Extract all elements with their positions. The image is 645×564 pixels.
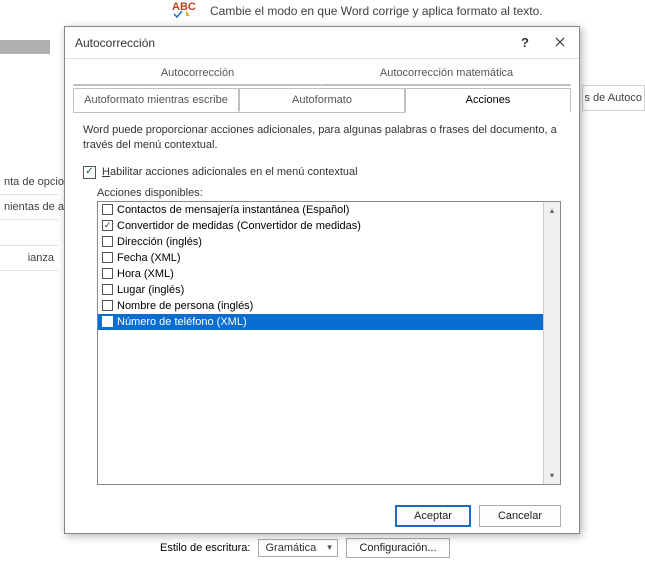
close-icon[interactable]	[549, 33, 571, 52]
list-item[interactable]: Fecha (XML)	[98, 250, 543, 266]
dialog-buttons: Aceptar Cancelar	[65, 495, 579, 541]
list-item-label: Fecha (XML)	[117, 252, 181, 264]
list-item-checkbox[interactable]	[102, 220, 113, 231]
list-item[interactable]: Número de teléfono (XML)	[98, 314, 543, 330]
list-item-label: Convertidor de medidas (Convertidor de m…	[117, 220, 361, 232]
bg-left-panel: nta de opcio nientas de a ianza	[0, 40, 58, 560]
tabs-row-1: Autocorrección Autocorrección matemática	[73, 61, 571, 86]
list-item-checkbox[interactable]	[102, 284, 113, 295]
abc-check-icon: ABC	[172, 2, 204, 18]
cancel-button[interactable]: Cancelar	[479, 505, 561, 527]
list-item[interactable]: Lugar (inglés)	[98, 282, 543, 298]
writing-style-select[interactable]: Gramática	[258, 539, 338, 557]
bg-bottom-controls: Estilo de escritura: Gramática Configura…	[160, 538, 450, 558]
list-item[interactable]: Hora (XML)	[98, 266, 543, 282]
scrollbar[interactable]: ▴ ▾	[543, 202, 560, 484]
list-item-label: Número de teléfono (XML)	[117, 316, 247, 328]
tab-autoformat[interactable]: Autoformato	[239, 88, 405, 112]
list-item-label: Dirección (inglés)	[117, 236, 202, 248]
list-item-checkbox[interactable]	[102, 252, 113, 263]
enable-actions-checkbox[interactable]	[83, 166, 96, 179]
tab-math-autocorrect[interactable]: Autocorrección matemática	[322, 61, 571, 85]
list-item-label: Nombre de persona (inglés)	[117, 300, 253, 312]
dialog-titlebar: Autocorrección ?	[65, 27, 579, 59]
svg-text:ABC: ABC	[172, 2, 196, 13]
bg-left-item[interactable]: ianza	[0, 246, 58, 271]
list-item[interactable]: Nombre de persona (inglés)	[98, 298, 543, 314]
list-item[interactable]: Convertidor de medidas (Convertidor de m…	[98, 218, 543, 234]
tab-actions[interactable]: Acciones	[405, 88, 571, 113]
bg-description: Cambie el modo en que Word corrige y apl…	[210, 4, 543, 18]
enable-actions-row: Habilitar acciones adicionales en el men…	[83, 166, 561, 179]
autocorrect-dialog: Autocorrección ? Autocorrección Autocorr…	[64, 26, 580, 534]
list-item-label: Contactos de mensajería instantánea (Esp…	[117, 204, 349, 216]
dialog-title: Autocorrección	[75, 36, 155, 50]
bg-autoco-button[interactable]: s de Autoco	[582, 85, 645, 111]
list-item-checkbox[interactable]	[102, 316, 113, 327]
list-item-label: Lugar (inglés)	[117, 284, 184, 296]
scroll-down-icon[interactable]: ▾	[544, 467, 560, 484]
dialog-content: Word puede proporcionar acciones adicion…	[65, 113, 579, 495]
list-item-label: Hora (XML)	[117, 268, 174, 280]
list-item[interactable]: Dirección (inglés)	[98, 234, 543, 250]
config-button[interactable]: Configuración...	[346, 538, 449, 558]
writing-style-label: Estilo de escritura:	[160, 542, 250, 554]
help-icon[interactable]: ?	[515, 33, 535, 52]
list-item-checkbox[interactable]	[102, 236, 113, 247]
list-item-checkbox[interactable]	[102, 300, 113, 311]
list-item[interactable]: Contactos de mensajería instantánea (Esp…	[98, 202, 543, 218]
tab-autoformat-typing[interactable]: Autoformato mientras escribe	[73, 88, 239, 112]
actions-listbox[interactable]: Contactos de mensajería instantánea (Esp…	[97, 201, 561, 485]
enable-actions-label: Habilitar acciones adicionales en el men…	[102, 166, 358, 178]
scroll-up-icon[interactable]: ▴	[544, 202, 560, 219]
list-item-checkbox[interactable]	[102, 268, 113, 279]
list-item-checkbox[interactable]	[102, 204, 113, 215]
bg-left-item[interactable]: nientas de a	[0, 195, 58, 220]
content-description: Word puede proporcionar acciones adicion…	[83, 123, 561, 154]
available-actions-label: Acciones disponibles:	[97, 187, 561, 199]
bg-left-item[interactable]: nta de opcio	[0, 170, 58, 195]
tabs-row-2: Autoformato mientras escribe Autoformato…	[73, 88, 571, 113]
ok-button[interactable]: Aceptar	[395, 505, 471, 527]
tab-autocorrect[interactable]: Autocorrección	[73, 61, 322, 85]
